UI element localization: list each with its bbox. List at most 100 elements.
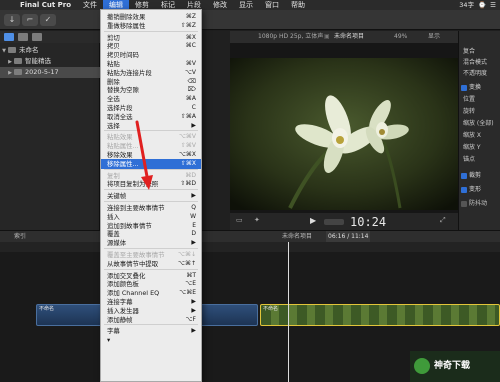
import-icon[interactable]: ↓ [4, 14, 20, 26]
viewer-footer: ▭ ✦ ▶ 10:24 ⤢ [230, 213, 458, 230]
edit-menu-item-shortcut: ▶ [191, 121, 196, 129]
edit-menu-item-label: 插入 [107, 212, 120, 221]
edit-menu-item-shortcut: ⌥F [185, 315, 196, 323]
inspector: 复合 混合模式 不透明度 变换 位置 旋转 缩放 (全部) 缩放 X 缩放 Y … [458, 31, 500, 230]
library-icon [8, 47, 16, 53]
edit-menu-item[interactable]: 从故事情节中提取 ⌥⌘↑ [101, 259, 201, 269]
menu-separator [104, 268, 198, 270]
play-icon[interactable]: ▶ [310, 216, 316, 225]
edit-menu-item[interactable]: 将项目复制为快照 ⇧⌘D [101, 179, 201, 189]
checkbox-icon[interactable] [461, 172, 467, 179]
edit-menu-item[interactable]: 移除属性... ⇧⌘X [101, 158, 201, 169]
menu-separator [104, 201, 198, 202]
menu-separator [104, 168, 198, 170]
menu-app-name[interactable]: Final Cut Pro [14, 0, 77, 10]
inspector-anchor[interactable]: 锚点 [463, 155, 475, 164]
edit-menu-item-label: 插入发生器 [107, 306, 139, 315]
edit-menu-item-shortcut: ▶ [191, 192, 196, 200]
edit-menu-item-label: 拷贝 [107, 42, 120, 51]
edit-menu-item[interactable]: ▾ [101, 335, 201, 345]
status-icon[interactable]: ⌚ [478, 0, 486, 10]
edit-menu-item-label: 从故事情节中提取 [107, 259, 159, 268]
menu-bar: Final Cut Pro 文件 编辑 修剪 标记 片段 修改 显示 窗口 帮助… [0, 0, 500, 10]
inspector-transform[interactable]: 变换 [461, 83, 481, 92]
inspector-scale-y[interactable]: 缩放 Y [463, 143, 481, 152]
timeline-ruler[interactable] [0, 242, 500, 252]
watermark-logo-icon [414, 358, 430, 374]
inspector-distort[interactable]: 变形 [461, 185, 481, 194]
inspector-stabilization[interactable]: 防抖动 [461, 199, 487, 208]
fullscreen-icon[interactable]: ⤢ [440, 216, 446, 225]
edit-menu-item-shortcut: ⇧⌘X [180, 159, 196, 167]
edit-menu-item-label: 添加交叉叠化 [107, 271, 146, 280]
photos-audio-icon[interactable] [18, 33, 28, 41]
smart-collection-item[interactable]: ▶ 智能精选 [0, 56, 100, 67]
video-frame [230, 58, 458, 210]
inspector-scale-all[interactable]: 缩放 (全部) [463, 119, 494, 128]
background-task-icon[interactable]: ✓ [40, 14, 56, 26]
folder-icon [14, 58, 22, 64]
keyword-icon[interactable]: ⌐ [22, 14, 38, 26]
inspector-blend-mode[interactable]: 混合模式 [463, 58, 487, 67]
format-info: 1080p HD 25p, 立体声 [258, 33, 324, 40]
zoom-menu[interactable]: 49% [394, 31, 407, 43]
menu-modify[interactable]: 修改 [207, 0, 233, 10]
edit-menu-item-label: 添加静帧 [107, 315, 133, 324]
edit-menu-item-label: 取消全选 [107, 112, 133, 121]
titles-icon[interactable] [32, 33, 42, 41]
menu-help[interactable]: 帮助 [285, 0, 311, 10]
edit-menu-item-label: 剪切 [107, 33, 120, 42]
inspector-scale-x[interactable]: 缩放 X [463, 131, 481, 140]
disclosure-right-icon[interactable]: ▶ [6, 68, 14, 79]
edit-menu-item-label: 选择片段 [107, 104, 133, 112]
toolbar: ↓ ⌐ ✓ [0, 10, 500, 30]
transform-icon[interactable]: ▭ [236, 216, 243, 224]
timecode-bar [324, 219, 344, 225]
menu-separator [104, 324, 198, 326]
inspector-position[interactable]: 位置 [463, 95, 475, 104]
edit-menu-item[interactable]: 添加静帧 ⌥F [101, 315, 201, 325]
edit-menu-item-label: 粘贴为连接片段 [107, 68, 152, 77]
checkbox-icon[interactable] [461, 186, 467, 193]
edit-menu-item-shortcut: ⇧⌘Z [180, 21, 196, 29]
control-center-icon[interactable]: ☰ [490, 0, 496, 10]
checkbox-icon[interactable] [461, 200, 467, 207]
edit-menu-item-label: 粘贴效果 [107, 133, 133, 142]
edit-menu-item[interactable]: 选择 ▶ [101, 121, 201, 131]
edit-menu-item-label: 添加颜色板 [107, 280, 139, 289]
inspector-composite: 复合 [463, 48, 476, 55]
library-sidebar: ▼ 未命名 ▶ 智能精选 ▶ 2020-5-17 [0, 43, 100, 230]
inspector-crop[interactable]: 裁剪 [461, 171, 481, 180]
timecode-display: 10:24 [350, 215, 387, 229]
checkbox-icon[interactable] [461, 84, 467, 91]
edit-menu-item-label: 删除 [107, 77, 120, 86]
edit-menu-item[interactable]: 重做移除属性 ⇧⌘Z [101, 21, 201, 31]
edit-menu-item-label: 将项目复制为快照 [107, 180, 159, 189]
enhance-icon[interactable]: ✦ [254, 216, 260, 224]
edit-menu-item[interactable]: 关键帧 ▶ [101, 191, 201, 201]
playhead[interactable] [288, 242, 289, 382]
timeline-clip-selected[interactable]: 不命名 [260, 304, 500, 326]
menu-separator [104, 130, 198, 132]
edit-menu-item-label: 追加到故事情节 [107, 221, 152, 230]
edit-menu-item-label: 粘贴属性... [107, 142, 139, 151]
viewer [230, 43, 458, 213]
edit-menu-item-shortcut: ⌥⌘↑ [178, 259, 196, 267]
inspector-opacity[interactable]: 不透明度 [463, 69, 487, 78]
timeline-header: 索引 未命名项目 06:16 / 11:14 [0, 230, 500, 243]
view-menu[interactable]: 显示 [428, 31, 440, 43]
inspector-rotation[interactable]: 旋转 [463, 107, 475, 116]
event-icon [14, 69, 22, 75]
menu-view[interactable]: 显示 [233, 0, 259, 10]
menu-window[interactable]: 窗口 [259, 0, 285, 10]
viewer-header: 1080p HD 25p, 立体声 ▣ 未命名项目 49% 显示 [230, 31, 458, 43]
watermark: 神奇下载 [410, 351, 500, 382]
edit-menu-item-label: 拷贝时间码 [107, 51, 139, 60]
libraries-icon[interactable] [4, 33, 14, 41]
status-area: 34字 ⌚ ☰ [459, 0, 496, 10]
project-icon: ▣ [324, 33, 330, 40]
event-item[interactable]: ▶ 2020-5-17 [0, 67, 100, 78]
edit-menu-item-label: 字幕 [107, 327, 120, 336]
edit-menu-item[interactable]: 源媒体 ▶ [101, 238, 201, 248]
library-item[interactable]: ▼ 未命名 [0, 45, 100, 56]
